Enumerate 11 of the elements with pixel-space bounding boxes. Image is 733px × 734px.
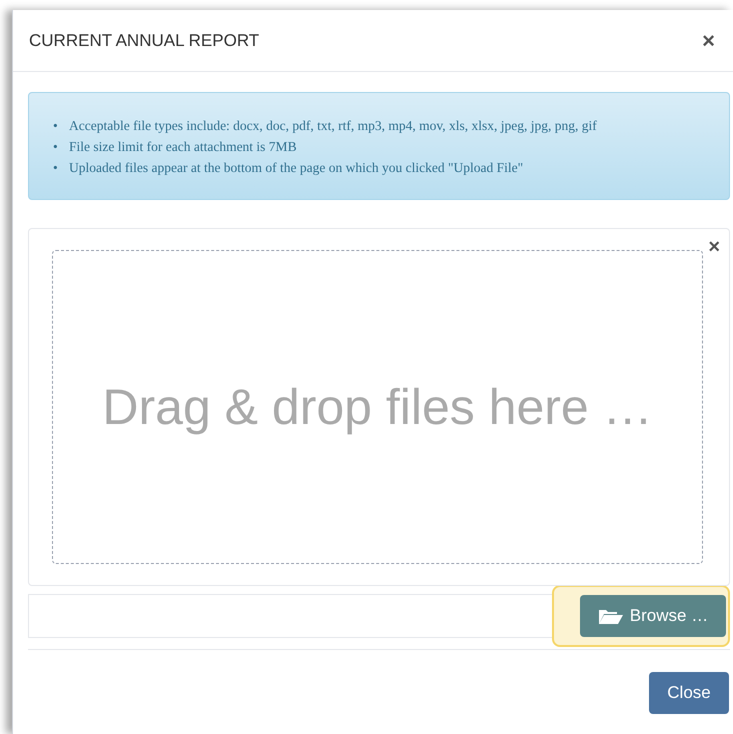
modal-title: CURRENT ANNUAL REPORT [29,30,260,52]
folder-icon [598,607,624,625]
bullet-mark: • [53,159,59,177]
info-item: File size limit for each attachment is 7MB [69,138,297,156]
close-button[interactable]: Close [649,672,729,714]
bullet-mark: • [53,117,59,135]
drop-prompt: Drag & drop files here … [102,378,653,436]
info-item: Uploaded files appear at the bottom of the page on which you clicked "Upload File" [69,159,524,177]
info-item: Acceptable file types include: docx, doc, pdf, txt, rtf, mp3, mp4, mov, xls, xlsx, jpeg, jpg, png, gif [69,117,597,135]
browse-button[interactable]: Browse … [580,595,726,637]
bullet-mark: • [53,138,59,156]
